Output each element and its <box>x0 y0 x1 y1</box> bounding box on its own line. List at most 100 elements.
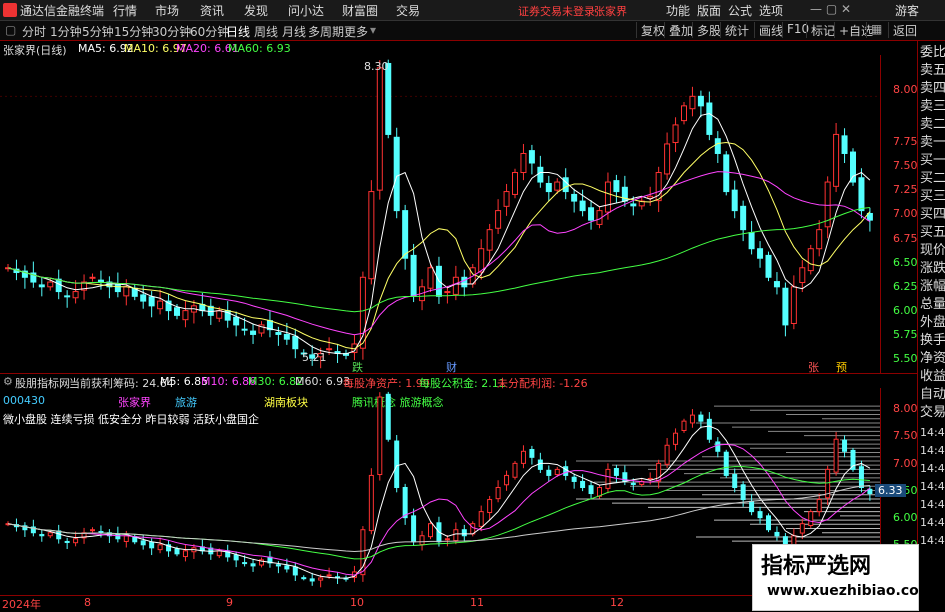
candle-body <box>301 577 307 580</box>
candle-body <box>512 172 518 195</box>
axis-tick: 8.00 <box>893 83 918 96</box>
chevron-down-icon[interactable]: ▾ <box>370 23 376 37</box>
candle-body <box>604 181 611 213</box>
period-5min[interactable]: 5分钟 <box>82 23 114 40</box>
candle-body <box>858 177 865 212</box>
ma20-line <box>7 171 871 336</box>
menu-news[interactable]: 资讯 <box>200 2 224 19</box>
candle-body <box>766 515 771 531</box>
panel-toggle-icon[interactable]: ▢ <box>5 23 16 37</box>
tick-time: 14:48 <box>920 534 945 547</box>
candle-body <box>774 531 780 537</box>
candle-body <box>858 466 864 488</box>
period-30min[interactable]: 30分钟 <box>152 23 191 40</box>
menu-formula[interactable]: 公式 <box>728 2 752 19</box>
menu-function[interactable]: 功能 <box>666 2 690 19</box>
candle-body <box>394 440 400 488</box>
date-tick: 10 <box>350 596 364 609</box>
candle-body <box>275 332 282 335</box>
candle-body <box>537 166 544 183</box>
panel-row: 买五 <box>920 225 945 240</box>
panel-row: 买二 <box>920 171 945 186</box>
candle-body <box>681 105 687 122</box>
btn-multi-stock[interactable]: 多股 <box>692 22 721 38</box>
period-1min[interactable]: 1分钟 <box>50 23 82 40</box>
candle-body <box>157 544 163 551</box>
candle-body <box>732 474 738 488</box>
period-more[interactable]: 更多 <box>344 23 368 40</box>
period-tick[interactable]: 分时 <box>22 23 46 40</box>
candle-body <box>571 476 577 482</box>
period-15min[interactable]: 15分钟 <box>114 23 153 40</box>
btn-adjust[interactable]: 复权 <box>636 22 665 38</box>
top-stock-name: 张家界 <box>594 5 627 18</box>
axis-tick: 6.25 <box>893 280 918 293</box>
panel-row[interactable]: 交易 <box>920 405 945 421</box>
menu-discover[interactable]: 发现 <box>244 2 268 19</box>
candle-body <box>503 191 510 207</box>
menu-options[interactable]: 选项 <box>759 2 783 19</box>
candle-body <box>250 330 257 335</box>
candle-body <box>588 207 595 221</box>
candle-body <box>242 562 248 565</box>
btn-back[interactable]: 返回 <box>888 22 917 38</box>
menu-quotes[interactable]: 行情 <box>113 2 137 19</box>
menu-ask-xiaoda[interactable]: 问小达 <box>288 2 324 19</box>
candle-body <box>697 95 704 107</box>
main-candlestick-chart[interactable] <box>0 55 880 373</box>
candle-body <box>689 414 695 424</box>
window-buttons[interactable]: — ▢ ✕ <box>810 2 851 16</box>
axis-tick: 5.50 <box>893 352 918 365</box>
low-price-annotation: 5.21 <box>302 351 327 364</box>
candle-body <box>292 566 298 576</box>
candle-body <box>444 538 450 541</box>
candle-body <box>749 500 755 513</box>
menu-wealth-circle[interactable]: 财富圈 <box>342 2 378 19</box>
candle-body <box>359 276 366 349</box>
login-status[interactable]: 证券交易未登录 <box>518 3 595 19</box>
period-daily[interactable]: 日线 <box>226 23 250 40</box>
period-toolbar: ▢ 分时 1分钟 5分钟 15分钟 30分钟 60分钟 日线 周线 月线 多周期… <box>0 21 945 41</box>
candle-body <box>664 444 670 465</box>
menu-market[interactable]: 市场 <box>155 2 179 19</box>
candle-body <box>664 143 671 175</box>
candle-body <box>410 254 417 297</box>
btn-overlay[interactable]: 叠加 <box>664 22 693 38</box>
candle-body <box>486 229 493 251</box>
btn-statistics[interactable]: 统计 <box>720 22 749 38</box>
candle-body <box>157 300 164 310</box>
candle-body <box>47 532 53 537</box>
period-60min[interactable]: 60分钟 <box>190 23 229 40</box>
menu-trade[interactable]: 交易 <box>396 2 420 19</box>
candle-body <box>385 393 391 440</box>
watermark-title: 指标严选网 <box>761 554 872 579</box>
candle-body <box>376 67 383 191</box>
candle-body <box>453 529 459 542</box>
menu-layout[interactable]: 版面 <box>697 2 721 19</box>
lower-indicator-chart[interactable] <box>0 388 880 595</box>
period-multi[interactable]: 多周期 <box>308 23 344 40</box>
panel-row[interactable]: 自动 <box>920 387 945 403</box>
period-weekly[interactable]: 周线 <box>254 23 278 40</box>
settings-icon[interactable]: ⚙ <box>3 375 13 388</box>
axis-tick: 7.25 <box>893 183 918 196</box>
candle-body <box>841 135 848 154</box>
panel-row: 买三 <box>920 189 945 204</box>
m60-label: M60: 6.93 <box>295 375 351 388</box>
btn-draw-line[interactable]: 画线 <box>754 22 783 38</box>
candle-body <box>182 310 189 321</box>
candle-body <box>174 307 180 316</box>
tick-time: 14:48 <box>920 480 945 493</box>
current-price-badge: 6.33 <box>875 484 906 497</box>
candle-body <box>799 267 806 284</box>
candle-body <box>284 565 290 570</box>
guest-label[interactable]: 游客 <box>895 2 919 19</box>
candle-body <box>182 550 188 558</box>
candle-body <box>419 535 425 545</box>
axis-tick: 6.75 <box>893 232 918 245</box>
grid-icon[interactable]: ▦ <box>866 22 882 38</box>
period-monthly[interactable]: 月线 <box>282 23 306 40</box>
btn-mark[interactable]: 标记 <box>806 22 835 38</box>
candle-body <box>833 438 839 473</box>
candle-body <box>613 180 620 193</box>
